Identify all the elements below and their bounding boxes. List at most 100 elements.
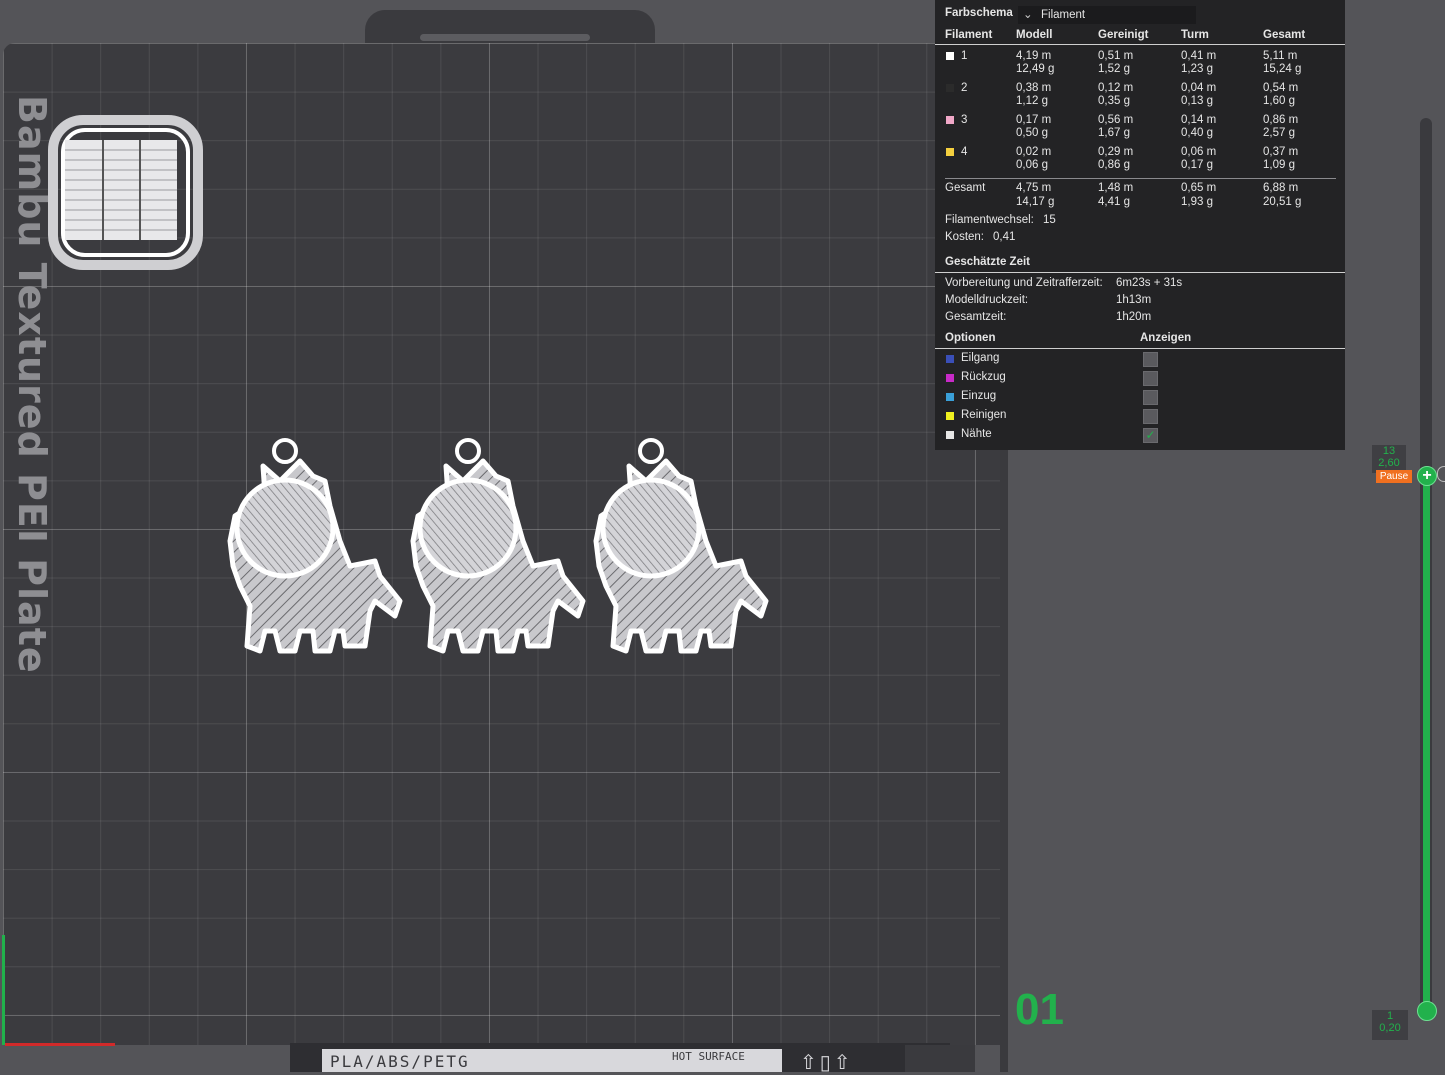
check-icon: ✓ — [1145, 428, 1156, 442]
cell: 0,51 m — [1098, 50, 1134, 62]
cell: 0,12 m — [1098, 82, 1134, 94]
option-label: Rückzug — [961, 371, 1006, 383]
cell: 1,09 g — [1263, 159, 1295, 171]
filament-swatch — [946, 84, 954, 92]
bottom-layer-number: 1 — [1386, 1010, 1394, 1022]
cell: 0,65 m — [1181, 182, 1217, 194]
divider — [935, 348, 1345, 349]
model-time-value: 1h13m — [1116, 294, 1152, 306]
cell: 2,57 g — [1263, 127, 1295, 139]
filament-id: 1 — [961, 50, 968, 62]
col-tower: Turm — [1181, 29, 1209, 41]
plate-material-text: PLA/ABS/PETG — [330, 1052, 470, 1071]
cell: 0,41 m — [1181, 50, 1217, 62]
bottom-layer-readout: 1 0,20 — [1372, 1010, 1408, 1040]
bottom-layer-height: 0,20 — [1379, 1022, 1401, 1034]
option-label: Reinigen — [961, 409, 1007, 421]
cell: 0,50 g — [1016, 127, 1048, 139]
cell: 0,86 g — [1098, 159, 1130, 171]
layer-slider-bottom-handle[interactable] — [1417, 1001, 1437, 1021]
model-time-label: Modelldruckzeit: — [945, 294, 1029, 306]
unicorn-model-1 — [230, 440, 400, 651]
cell: 1,23 g — [1181, 63, 1213, 75]
filament-swatch — [946, 148, 954, 156]
cell: 15,24 g — [1263, 63, 1302, 75]
cell: 0,17 m — [1016, 114, 1052, 126]
plate-tab-bar — [420, 34, 590, 41]
unicorn-model-3 — [596, 440, 766, 651]
x-axis-arrow — [5, 1043, 115, 1046]
cell: 1,67 g — [1098, 127, 1130, 139]
cell: 4,41 g — [1098, 196, 1130, 208]
plate-corner — [905, 1045, 975, 1072]
filament-id: 2 — [961, 82, 968, 94]
cell: 5,11 m — [1263, 50, 1298, 62]
cell: 0,86 m — [1263, 114, 1299, 126]
color-scheme-value: Filament — [1041, 9, 1086, 21]
cell: 0,54 m — [1263, 82, 1299, 94]
cell: 1,52 g — [1098, 63, 1130, 75]
chevron-down-icon: ⌄ — [1023, 9, 1033, 21]
hot-surface-text: HOT SURFACE — [672, 1050, 745, 1063]
plate-bottom-icons: ⇧▯⇧ — [800, 1052, 854, 1074]
cell: 0,40 g — [1181, 127, 1213, 139]
cell: 0,38 m — [1016, 82, 1052, 94]
option-swatch — [946, 431, 954, 439]
filament-swatch — [946, 52, 954, 60]
cell: 0,02 m — [1016, 146, 1052, 158]
pause-badge[interactable]: Pause — [1376, 470, 1412, 483]
total-time-value: 1h20m — [1116, 311, 1152, 323]
options-header: Optionen — [945, 332, 996, 344]
filament-changes-value: 15 — [1043, 214, 1056, 226]
color-scheme-label: Farbschema — [945, 7, 1013, 19]
option-checkbox-checked[interactable]: ✓ — [1143, 428, 1158, 443]
layer-slider-top-handle[interactable]: + — [1417, 466, 1437, 486]
col-filament: Filament — [945, 29, 993, 41]
filament-id: 3 — [961, 114, 968, 126]
cell: 20,51 g — [1263, 196, 1302, 208]
option-swatch — [946, 393, 954, 401]
cell: 12,49 g — [1016, 63, 1055, 75]
col-purged: Gereinigt — [1098, 29, 1149, 41]
wipe-tower[interactable] — [45, 115, 205, 270]
cell: 4,19 m — [1016, 50, 1052, 62]
total-time-label: Gesamtzeit: — [945, 311, 1007, 323]
top-layer-number: 13 — [1382, 445, 1396, 457]
plate-number[interactable]: 01 — [1015, 985, 1064, 1035]
cell: 0,14 m — [1181, 114, 1217, 126]
sum-label: Gesamt — [945, 182, 986, 194]
divider — [935, 272, 1345, 273]
cell: 0,06 m — [1181, 146, 1217, 158]
cell: 0,13 g — [1181, 95, 1213, 107]
filament-changes-label: Filamentwechsel: — [945, 214, 1034, 226]
divider — [935, 44, 1345, 45]
cell: 0,29 m — [1098, 146, 1134, 158]
cost-label: Kosten: — [945, 231, 984, 243]
cell: 4,75 m — [1016, 182, 1052, 194]
cell: 0,06 g — [1016, 159, 1048, 171]
option-checkbox[interactable] — [1143, 371, 1158, 386]
cell: 0,56 m — [1098, 114, 1134, 126]
show-header: Anzeigen — [1140, 332, 1192, 344]
model-group[interactable] — [225, 436, 785, 661]
divider — [945, 178, 1336, 179]
cell: 0,37 m — [1263, 146, 1299, 158]
cell: 6,88 m — [1263, 182, 1299, 194]
estimated-time-header: Geschätzte Zeit — [945, 256, 1030, 268]
top-layer-height: 2,60 — [1378, 457, 1400, 469]
option-label: Eilgang — [961, 352, 1000, 364]
option-swatch — [946, 355, 954, 363]
slider-settings-icon[interactable] — [1437, 466, 1445, 482]
cell: 1,48 m — [1098, 182, 1134, 194]
option-label: Nähte — [961, 428, 992, 440]
option-checkbox[interactable] — [1143, 409, 1158, 424]
option-checkbox[interactable] — [1143, 352, 1158, 367]
layer-slider-range — [1423, 475, 1430, 1010]
option-swatch — [946, 374, 954, 382]
top-layer-readout: 13 2,60 — [1372, 445, 1406, 473]
slice-statistics-panel: Farbschema ⌄ Filament Filament Modell Ge… — [935, 0, 1345, 450]
option-checkbox[interactable] — [1143, 390, 1158, 405]
prep-time-label: Vorbereitung und Zeitrafferzeit: — [945, 277, 1103, 289]
color-scheme-dropdown[interactable]: ⌄ Filament — [1018, 6, 1196, 24]
filament-id: 4 — [961, 146, 968, 158]
